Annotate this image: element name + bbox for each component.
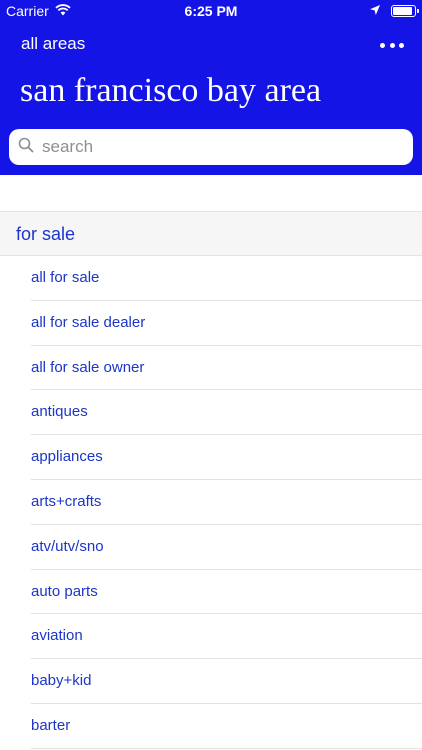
- section-title: for sale: [16, 224, 76, 244]
- list-item[interactable]: atv/utv/sno: [0, 525, 422, 570]
- list-item[interactable]: barter: [0, 704, 422, 749]
- list-item[interactable]: all for sale dealer: [0, 301, 422, 346]
- divider: [31, 747, 422, 749]
- list-item[interactable]: auto parts: [0, 570, 422, 615]
- location-arrow-icon: [369, 3, 381, 19]
- nav-row: all areas: [0, 30, 422, 58]
- list-item[interactable]: arts+crafts: [0, 480, 422, 525]
- category-link[interactable]: all for sale owner: [31, 359, 144, 376]
- category-link[interactable]: all for sale dealer: [31, 314, 145, 331]
- category-link[interactable]: arts+crafts: [31, 493, 101, 510]
- category-link[interactable]: baby+kid: [31, 672, 91, 689]
- battery-icon: [391, 5, 419, 17]
- all-areas-link[interactable]: all areas: [21, 34, 85, 54]
- category-link[interactable]: antiques: [31, 403, 88, 420]
- list-item[interactable]: all for sale owner: [0, 346, 422, 391]
- section-header[interactable]: for sale: [0, 211, 422, 256]
- search-icon: [18, 137, 34, 158]
- status-right: [369, 3, 419, 19]
- category-link[interactable]: atv/utv/sno: [31, 538, 104, 555]
- category-link[interactable]: auto parts: [31, 583, 98, 600]
- more-dot-icon: [380, 42, 385, 48]
- page-title: san francisco bay area: [20, 72, 322, 109]
- search-input[interactable]: [42, 137, 382, 157]
- search-bar[interactable]: [9, 129, 413, 165]
- more-dot-icon: [389, 42, 395, 48]
- list-item[interactable]: baby+kid: [0, 659, 422, 704]
- list-item[interactable]: all for sale: [0, 256, 422, 301]
- list-item[interactable]: antiques: [0, 390, 422, 436]
- status-time: 6:25 PM: [184, 3, 238, 19]
- more-dot-icon: [399, 42, 404, 48]
- header: Carrier 6:25 PM all areas san francisco …: [0, 0, 422, 175]
- list-item[interactable]: aviation: [0, 614, 422, 660]
- category-link[interactable]: barter: [31, 717, 70, 734]
- status-bar: Carrier 6:25 PM: [0, 0, 422, 22]
- list-item[interactable]: appliances: [0, 435, 422, 480]
- category-link[interactable]: aviation: [31, 627, 83, 644]
- category-link[interactable]: all for sale: [31, 269, 99, 286]
- category-list: all for sale all for sale dealer all for…: [0, 256, 422, 749]
- more-options-button[interactable]: [380, 35, 404, 55]
- category-link[interactable]: appliances: [31, 448, 103, 465]
